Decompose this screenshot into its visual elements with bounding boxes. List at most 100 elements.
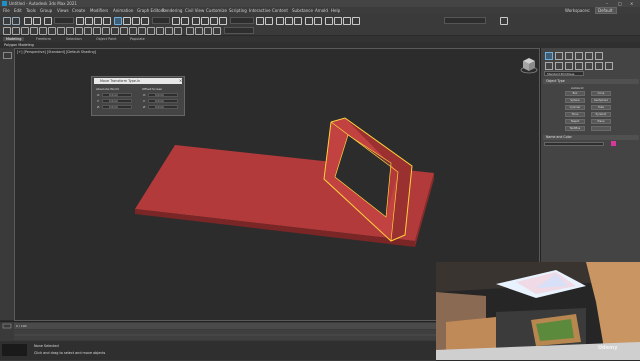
render-production-icon[interactable]: [352, 17, 360, 25]
tab-object-paint[interactable]: Object Paint: [96, 37, 117, 41]
menu-animation[interactable]: Animation: [113, 8, 133, 13]
menu-substance[interactable]: Substance: [292, 8, 313, 13]
rectangular-selection-icon[interactable]: [94, 17, 102, 25]
unlink-icon[interactable]: [33, 17, 41, 25]
menu-rendering[interactable]: Rendering: [162, 8, 182, 13]
curve-editor-icon[interactable]: [305, 17, 313, 25]
object-color-swatch[interactable]: [611, 141, 616, 146]
torus-button[interactable]: Torus: [565, 112, 585, 117]
new-layer-icon[interactable]: [39, 27, 47, 35]
edit-selection-set-icon[interactable]: [12, 27, 20, 35]
user-account-icon[interactable]: [500, 17, 508, 25]
offset-z-field[interactable]: 0.0mm: [148, 105, 178, 109]
geometry-icon[interactable]: [186, 27, 194, 35]
angle-snap-icon[interactable]: [201, 17, 209, 25]
dialog-close-icon[interactable]: ×: [178, 78, 183, 84]
mini-curve-editor-icon[interactable]: [2, 323, 12, 329]
selection-filter-dropdown[interactable]: [54, 17, 74, 24]
select-manipulate-icon[interactable]: [181, 17, 189, 25]
abs-y-field[interactable]: 0.0mm: [102, 99, 132, 103]
menu-tools[interactable]: Tools: [26, 8, 36, 13]
menu-content[interactable]: Content: [272, 8, 288, 13]
window-crossing-icon[interactable]: [103, 17, 111, 25]
systems-category-icon[interactable]: [605, 62, 613, 70]
tab-selection[interactable]: Selection: [66, 37, 82, 41]
polygon-modeling-label[interactable]: Polygon Modeling: [4, 43, 34, 47]
geosphere-button[interactable]: GeoSphere: [591, 98, 611, 103]
layer-settings-icon[interactable]: [75, 27, 83, 35]
menu-graph-editors[interactable]: Graph Editors: [137, 8, 164, 13]
menu-arnold[interactable]: Arnold: [315, 8, 328, 13]
shapes-category-icon[interactable]: [555, 62, 563, 70]
motion-tab-icon[interactable]: [575, 52, 583, 60]
object-type-rollout[interactable]: Object Type: [543, 79, 639, 84]
hierarchy-icon[interactable]: [93, 27, 101, 35]
viewport-layout-icon[interactable]: [3, 52, 12, 59]
select-scale-icon[interactable]: [132, 17, 140, 25]
redo-icon[interactable]: [12, 17, 20, 25]
rendered-frame-window-icon[interactable]: [343, 17, 351, 25]
abs-x-field[interactable]: 0.0mm: [102, 93, 132, 97]
particle-icon[interactable]: [204, 27, 212, 35]
cylinder-button[interactable]: Cylinder: [565, 105, 585, 110]
select-move-icon[interactable]: [114, 17, 122, 25]
cone-button[interactable]: Cone: [591, 91, 611, 96]
light-icon[interactable]: [138, 27, 146, 35]
create-selection-set-icon[interactable]: [3, 27, 11, 35]
maxscript-listener[interactable]: [2, 344, 27, 356]
helper-icon[interactable]: [156, 27, 164, 35]
percent-snap-icon[interactable]: [210, 17, 218, 25]
pyramid-button[interactable]: Pyramid: [591, 112, 611, 117]
dialog-title[interactable]: Move Transform Type-In: [94, 78, 182, 84]
material-editor-icon[interactable]: [325, 17, 333, 25]
select-by-name-icon[interactable]: [85, 17, 93, 25]
select-layer-icon[interactable]: [48, 27, 56, 35]
primitive-type-dropdown[interactable]: Standard Primitives: [544, 71, 584, 76]
hierarchy-tab-icon[interactable]: [565, 52, 573, 60]
abs-z-field[interactable]: 0.0mm: [102, 105, 132, 109]
helpers-category-icon[interactable]: [585, 62, 593, 70]
teapot-button[interactable]: Teapot: [565, 119, 585, 124]
reference-coordinate-dropdown[interactable]: [152, 17, 170, 24]
layer-dropdown[interactable]: [224, 27, 254, 34]
mirror-icon[interactable]: [256, 17, 264, 25]
menu-civil-view[interactable]: Civil View: [185, 8, 204, 13]
tube-button[interactable]: Tube: [591, 105, 611, 110]
schematic-view-icon[interactable]: [314, 17, 322, 25]
camera-icon[interactable]: [147, 27, 155, 35]
menu-help[interactable]: Help: [331, 8, 340, 13]
track-bar[interactable]: [14, 330, 436, 340]
container-icon[interactable]: [111, 27, 119, 35]
select-object-icon[interactable]: [76, 17, 84, 25]
named-selection-dropdown[interactable]: [230, 17, 254, 24]
spinner-snap-icon[interactable]: [219, 17, 227, 25]
modify-tab-icon[interactable]: [555, 52, 563, 60]
undo-icon[interactable]: [3, 17, 11, 25]
add-to-layer-icon[interactable]: [30, 27, 38, 35]
plane-button[interactable]: Plane: [591, 119, 611, 124]
system-icon[interactable]: [174, 27, 182, 35]
shape-icon[interactable]: [195, 27, 203, 35]
menu-interactive[interactable]: Interactive: [249, 8, 271, 13]
box-button[interactable]: Box: [565, 91, 585, 96]
tab-populate[interactable]: Populate: [130, 37, 145, 41]
menu-customize[interactable]: Customize: [206, 8, 227, 13]
empty-primitive-button[interactable]: [591, 126, 611, 131]
maximize-icon[interactable]: □: [618, 1, 626, 6]
toggle-layer-explorer-icon[interactable]: [285, 17, 293, 25]
search-field[interactable]: [444, 17, 486, 24]
spacewarps-category-icon[interactable]: [595, 62, 603, 70]
toggle-ribbon-icon[interactable]: [294, 17, 302, 25]
link-icon[interactable]: [24, 17, 32, 25]
pivot-center-icon[interactable]: [172, 17, 180, 25]
offset-x-field[interactable]: 0.0mm: [148, 93, 178, 97]
sphere-button[interactable]: Sphere: [565, 98, 585, 103]
tab-freeform[interactable]: Freeform: [36, 37, 51, 41]
freeze-layer-icon[interactable]: [66, 27, 74, 35]
minimize-icon[interactable]: –: [606, 1, 614, 6]
xref-icon[interactable]: [120, 27, 128, 35]
workspaces-dropdown[interactable]: Default: [595, 7, 617, 14]
offset-y-field[interactable]: 0.0mm: [148, 99, 178, 103]
geometry-category-icon[interactable]: [545, 62, 553, 70]
menu-edit[interactable]: Edit: [14, 8, 22, 13]
